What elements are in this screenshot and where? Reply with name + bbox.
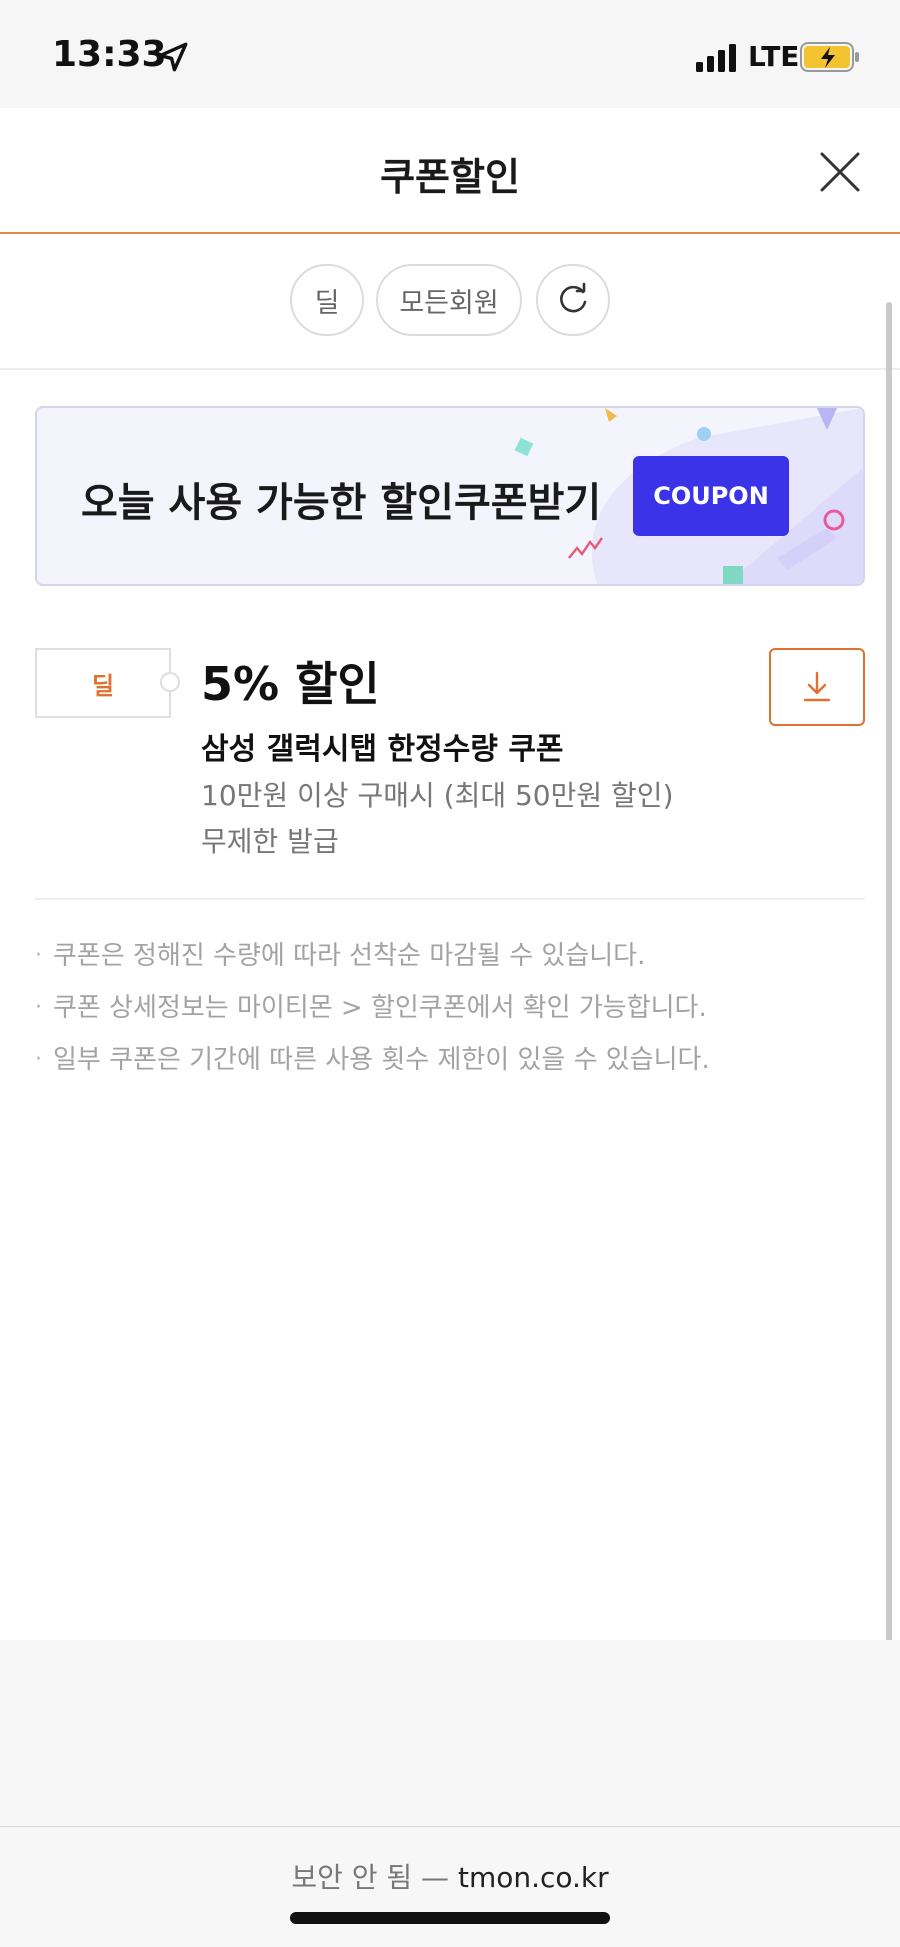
bullet-icon: · [35,943,42,968]
notice-list: · 쿠폰은 정해진 수량에 따라 선착순 마감될 수 있습니다. · 쿠폰 상세… [35,938,865,1094]
coupon-item: 딜 5% 할인 삼성 갤럭시탭 한정수량 쿠폰 10만원 이상 구매시 (최대 … [0,640,900,900]
coupon-limit: 무제한 발급 [201,825,339,858]
home-indicator[interactable] [290,1912,610,1924]
network-label: LTE [748,40,800,73]
coupon-condition: 10만원 이상 구매시 (최대 50만원 할인) [201,779,674,812]
status-bar: 13:33 LTE [0,0,900,108]
url-bar[interactable]: 보안 안 됨 — tmon.co.kr [0,1856,900,1896]
url-domain: tmon.co.kr [457,1861,609,1894]
divider [35,898,865,900]
deal-filter-chip[interactable]: 딜 [290,264,364,336]
coupon-name: 삼성 갤럭시탭 한정수량 쿠폰 [201,732,564,767]
close-icon[interactable] [816,148,864,196]
page-title: 쿠폰할인 [380,155,520,199]
deal-tag: 딜 [35,648,171,718]
refresh-button[interactable] [536,264,610,336]
tag-notch [160,672,180,692]
notice-item: · 쿠폰 상세정보는 마이티몬 > 할인쿠폰에서 확인 가능합니다. [35,990,865,1042]
modal-header: 쿠폰할인 [0,108,900,234]
notice-item: · 쿠폰은 정해진 수량에 따라 선착순 마감될 수 있습니다. [35,938,865,990]
security-warning: 보안 안 됨 — [291,1861,450,1894]
member-filter-chip[interactable]: 모든회원 [376,264,522,336]
coupon-discount: 5% 할인 [201,657,380,711]
location-arrow-icon [158,42,188,72]
bullet-icon: · [35,1047,42,1072]
coupon-button[interactable]: COUPON [633,456,789,536]
banner-text: 오늘 사용 가능한 할인쿠폰받기 [81,480,602,526]
download-icon [803,671,831,702]
bullet-icon: · [35,995,42,1020]
coupon-banner[interactable]: 오늘 사용 가능한 할인쿠폰받기 COUPON [35,406,865,586]
signal-bars-icon [696,44,736,72]
scrollbar[interactable] [886,302,892,1824]
notice-text: 쿠폰은 정해진 수량에 따라 선착순 마감될 수 있습니다. [53,941,646,971]
filter-bar: 딜 모든회원 [0,234,900,370]
notice-text: 일부 쿠폰은 기간에 따른 사용 횟수 제한이 있을 수 있습니다. [53,1045,710,1075]
browser-divider [0,1826,900,1827]
download-button[interactable] [769,648,865,726]
notice-text: 쿠폰 상세정보는 마이티몬 > 할인쿠폰에서 확인 가능합니다. [53,993,707,1023]
refresh-icon [560,282,587,313]
status-time: 13:33 [52,34,167,75]
notice-item: · 일부 쿠폰은 기간에 따른 사용 횟수 제한이 있을 수 있습니다. [35,1042,865,1094]
battery-charging-icon [800,42,859,72]
browser-footer [0,1640,900,1947]
